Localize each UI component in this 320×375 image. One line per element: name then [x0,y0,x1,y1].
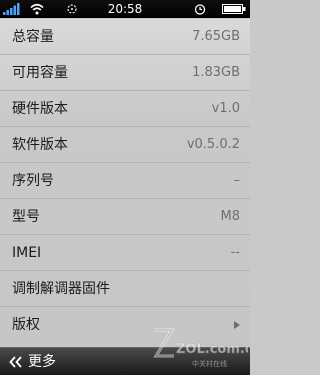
status-bar: 20:58 [0,0,250,18]
row-label: 版权 [12,317,40,333]
row-value: -- [230,245,240,260]
row-copyright[interactable]: 版权 [0,307,250,343]
bottom-bar: 更多 [0,347,250,375]
row-value: v1.0 [211,101,240,116]
device-info-list: 总容量 7.65GB 可用容量 1.83GB 硬件版本 v1.0 软件版本 v0… [0,19,250,347]
row-value: v0.5.0.2 [186,137,240,152]
row-available-capacity[interactable]: 可用容量 1.83GB [0,55,250,91]
row-total-capacity[interactable]: 总容量 7.65GB [0,19,250,55]
row-label: 总容量 [12,29,54,45]
row-imei[interactable]: IMEI -- [0,235,250,271]
row-label: 硬件版本 [12,101,68,117]
row-serial-number[interactable]: 序列号 – [0,163,250,199]
row-label: 序列号 [12,173,54,189]
row-label: 型号 [12,209,40,225]
more-button[interactable]: 更多 [28,348,56,375]
row-label: 调制解调器固件 [12,281,110,297]
row-value: – [233,173,241,188]
double-chevron-left-icon[interactable] [9,356,23,368]
row-label: 可用容量 [12,65,68,81]
row-value: 1.83GB [192,65,240,80]
row-value: 7.65GB [192,29,240,44]
row-model[interactable]: 型号 M8 [0,199,250,235]
row-hardware-version[interactable]: 硬件版本 v1.0 [0,91,250,127]
row-label: 软件版本 [12,137,68,153]
row-value: M8 [220,209,241,224]
battery-icon [222,4,246,14]
row-modem-firmware[interactable]: 调制解调器固件 [0,271,250,307]
clock: 20:58 [107,2,143,16]
row-software-version[interactable]: 软件版本 v0.5.0.2 [0,127,250,163]
chevron-right-icon [234,321,240,329]
row-label: IMEI [12,245,42,261]
alarm-icon [194,4,206,15]
